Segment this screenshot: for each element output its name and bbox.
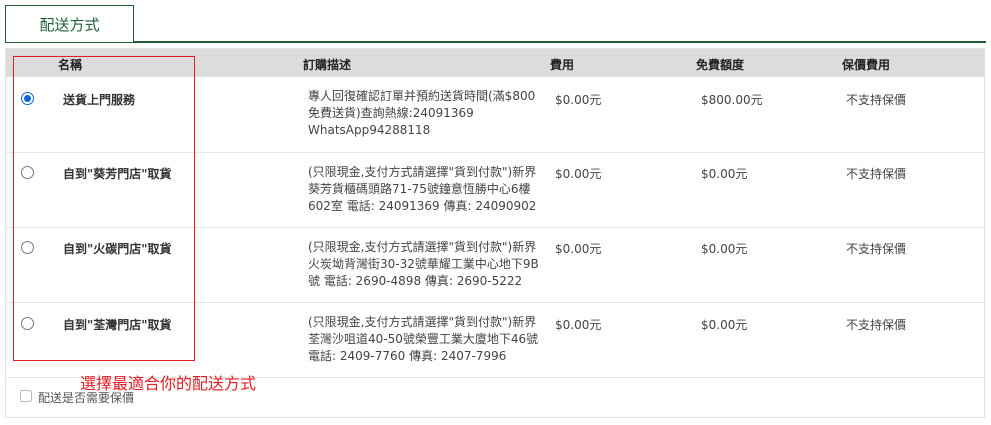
header-fee: 費用 (550, 58, 575, 72)
delivery-fee: $0.00元 (555, 318, 602, 332)
delivery-desc: (只限現金,支付方式請選擇"貨到付款")新界 荃灣沙咀道40-50號榮豐工業大廈… (308, 315, 539, 363)
delivery-free-quota: $0.00元 (701, 167, 748, 181)
delivery-free-quota: $0.00元 (701, 318, 748, 332)
tab-underline (5, 41, 986, 43)
insurance-checkbox[interactable] (20, 390, 32, 402)
highlight-box (13, 56, 195, 361)
delivery-desc: (只限現金,支付方式請選擇"貨到付款")新界 葵芳貨櫃碼頭路71-75號鐘意恆勝… (308, 165, 537, 213)
delivery-fee: $0.00元 (555, 242, 602, 256)
header-free-quota: 免費額度 (696, 58, 745, 72)
tab-bar: 配送方式 (0, 0, 991, 43)
header-desc: 訂購描述 (303, 58, 352, 72)
delivery-insurance: 不支持保價 (846, 242, 907, 256)
delivery-insurance: 不支持保價 (846, 93, 907, 107)
delivery-insurance: 不支持保價 (846, 167, 907, 181)
delivery-desc: (只限現金,支付方式請選擇"貨到付款")新界 火炭坳背灣街30-32號華耀工業中… (308, 240, 539, 288)
delivery-fee: $0.00元 (555, 167, 602, 181)
delivery-desc: 專人回復確認訂單并預約送貨時間(滿$800 免費送貨)查詢熱線:24091369… (308, 89, 536, 137)
header-insurance: 保價費用 (842, 58, 891, 72)
delivery-free-quota: $800.00元 (701, 93, 763, 107)
delivery-free-quota: $0.00元 (701, 242, 748, 256)
delivery-insurance: 不支持保價 (846, 318, 907, 332)
tab-delivery-method[interactable]: 配送方式 (5, 5, 134, 42)
annotation-text: 選擇最適合你的配送方式 (80, 374, 257, 393)
delivery-fee: $0.00元 (555, 93, 602, 107)
